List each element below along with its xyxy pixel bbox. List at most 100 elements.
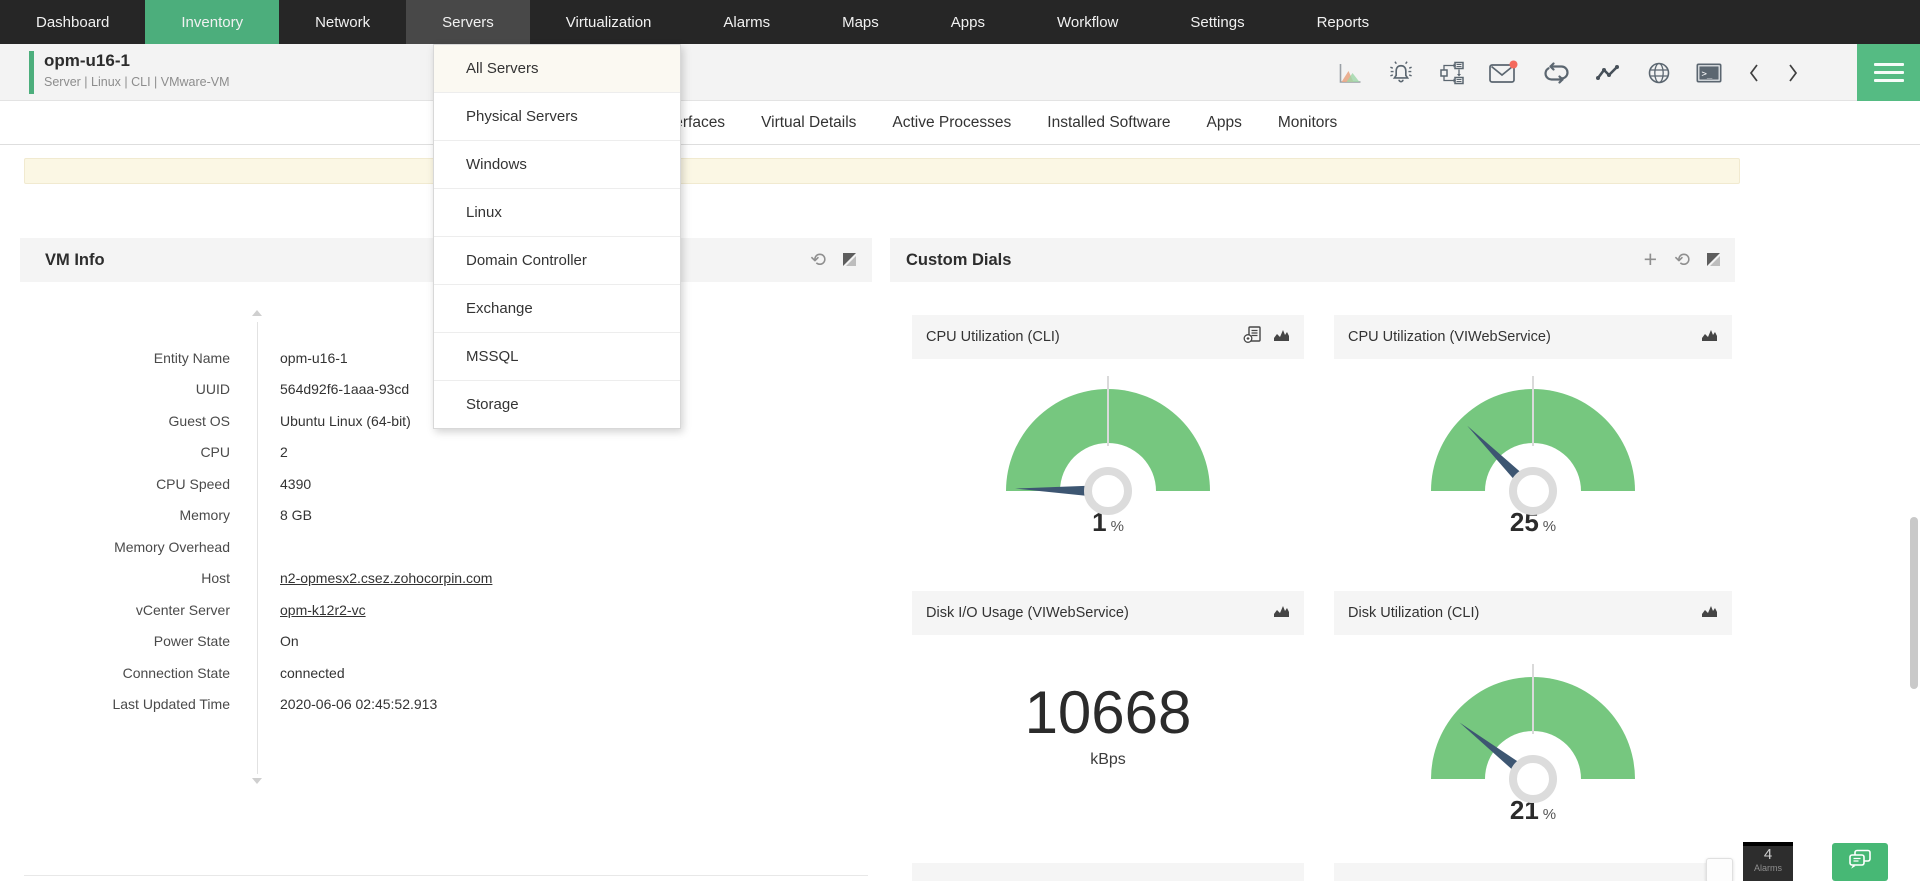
terminal-icon[interactable]: >_: [1695, 62, 1723, 84]
line-chart-icon[interactable]: [1595, 62, 1623, 84]
nav-item-network[interactable]: Network: [279, 0, 406, 44]
menu-item-exchange[interactable]: Exchange: [434, 285, 680, 333]
tab-active-processes[interactable]: Active Processes: [892, 114, 1011, 132]
gauge-tick: [1107, 376, 1109, 446]
dial-card-cpu-cli: CPU Utilization (CLI) 1%: [912, 315, 1304, 561]
dial-card-header: CPU Utilization (CLI): [912, 315, 1304, 359]
expand-icon[interactable]: [843, 251, 856, 270]
refresh-icon[interactable]: ⟲: [1674, 251, 1690, 270]
dial-card-clipped: [912, 863, 1304, 881]
scroll-up-icon[interactable]: [252, 310, 262, 316]
nav-item-inventory[interactable]: Inventory: [145, 0, 279, 44]
table-row: CPU2: [20, 437, 872, 469]
vm-info-bottom-border: [24, 875, 868, 876]
menu-item-domain-controller[interactable]: Domain Controller: [434, 237, 680, 285]
dial-card-header: CPU Utilization (VIWebService): [1334, 315, 1732, 359]
dial-card-header: Disk Utilization (CLI): [1334, 591, 1732, 635]
gauge-hub: [1084, 467, 1132, 515]
nav-item-maps[interactable]: Maps: [806, 0, 915, 44]
nav-item-workflow[interactable]: Workflow: [1021, 0, 1154, 44]
sync-loop-icon[interactable]: [1541, 62, 1572, 84]
table-row: vCenter Serveropm-k12r2-vc: [20, 594, 872, 626]
menu-item-mssql[interactable]: MSSQL: [434, 333, 680, 381]
report-icon[interactable]: [1243, 326, 1263, 349]
table-row: Hostn2-opmesx2.csez.zohocorpin.com: [20, 563, 872, 595]
table-row: Power StateOn: [20, 626, 872, 658]
svg-text:>_: >_: [1702, 69, 1713, 79]
area-chart-icon[interactable]: [1273, 603, 1290, 623]
dial-card-disk-io: Disk I/O Usage (VIWebService) 10668 kBps: [912, 591, 1304, 837]
menu-item-physical-servers[interactable]: Physical Servers: [434, 93, 680, 141]
top-nav: Dashboard Inventory Network Servers Virt…: [0, 0, 1920, 44]
nav-item-apps[interactable]: Apps: [915, 0, 1021, 44]
mail-icon[interactable]: [1488, 60, 1518, 85]
notice-bar: [24, 158, 1740, 184]
table-row: CPU Speed4390: [20, 468, 872, 500]
table-row: Last Updated Time2020-06-06 02:45:52.913: [20, 689, 872, 721]
vm-info-title: VM Info: [45, 251, 810, 270]
disk-io-unit: kBps: [912, 751, 1304, 769]
gauge-cpu-cli: [1006, 389, 1210, 491]
nav-item-servers[interactable]: Servers: [406, 0, 530, 44]
scroll-down-icon[interactable]: [252, 778, 262, 784]
dial-card-title: CPU Utilization (VIWebService): [1348, 329, 1551, 345]
device-tabbar: Interfaces Virtual Details Active Proces…: [0, 101, 1920, 145]
nav-item-settings[interactable]: Settings: [1154, 0, 1280, 44]
table-row: Memory Overhead: [20, 531, 872, 563]
menu-icon[interactable]: [1857, 44, 1920, 101]
dial-card-title: Disk Utilization (CLI): [1348, 605, 1479, 621]
device-name: opm-u16-1: [44, 51, 130, 71]
area-chart-icon[interactable]: [1701, 327, 1718, 347]
tab-installed-software[interactable]: Installed Software: [1047, 114, 1170, 132]
menu-item-all-servers[interactable]: All Servers: [434, 45, 680, 93]
expand-icon[interactable]: [1707, 251, 1720, 270]
gauge-hub: [1509, 755, 1557, 803]
floating-widget-partial: [1706, 858, 1733, 881]
device-tabs: Interfaces Virtual Details Active Proces…: [657, 101, 1337, 144]
alarms-badge[interactable]: 4 Alarms: [1743, 842, 1793, 881]
gauge-cpu-viweb: [1431, 389, 1635, 491]
tab-virtual-details[interactable]: Virtual Details: [761, 114, 856, 132]
dial-card-clipped: [1334, 863, 1732, 881]
workflow-icon[interactable]: [1439, 60, 1465, 86]
tab-apps[interactable]: Apps: [1207, 114, 1242, 132]
host-link[interactable]: n2-opmesx2.csez.zohocorpin.com: [280, 570, 492, 586]
vcenter-link[interactable]: opm-k12r2-vc: [280, 602, 366, 618]
area-chart-icon[interactable]: [1701, 603, 1718, 623]
disk-io-value: 10668: [912, 683, 1304, 743]
dial-card-title: CPU Utilization (CLI): [926, 329, 1060, 345]
custom-dials-title: Custom Dials: [906, 251, 1644, 270]
tab-monitors[interactable]: Monitors: [1278, 114, 1337, 132]
area-chart-icon[interactable]: [1273, 327, 1290, 347]
menu-item-windows[interactable]: Windows: [434, 141, 680, 189]
nav-item-alarms[interactable]: Alarms: [687, 0, 806, 44]
vertical-scrollbar[interactable]: [1910, 517, 1918, 689]
table-row: Connection Stateconnected: [20, 657, 872, 689]
alarm-label: Alarms: [1743, 863, 1793, 873]
chat-button[interactable]: [1832, 843, 1888, 881]
custom-dials-panel: Custom Dials + ⟲ CPU Utilization (CLI): [890, 238, 1735, 881]
opmanager-screen: Dashboard Inventory Network Servers Virt…: [0, 0, 1920, 881]
performance-chart-icon[interactable]: [1336, 61, 1363, 85]
gauge-disk-util: [1431, 677, 1635, 779]
chevron-right-icon[interactable]: [1785, 60, 1801, 86]
refresh-icon[interactable]: ⟲: [810, 251, 826, 270]
gauge-tick: [1532, 376, 1534, 446]
menu-item-storage[interactable]: Storage: [434, 381, 680, 428]
menu-item-linux[interactable]: Linux: [434, 189, 680, 237]
alarm-bell-icon[interactable]: [1386, 59, 1416, 86]
add-dial-icon[interactable]: +: [1644, 248, 1657, 271]
dial-card-disk-util: Disk Utilization (CLI) 21%: [1334, 591, 1732, 837]
chevron-left-icon[interactable]: [1746, 60, 1762, 86]
chat-icon: [1847, 848, 1873, 877]
device-header-icons: >_: [1336, 44, 1801, 101]
custom-dials-header: Custom Dials + ⟲: [890, 238, 1735, 282]
servers-dropdown-menu: All Servers Physical Servers Windows Lin…: [433, 44, 681, 429]
nav-item-virtualization[interactable]: Virtualization: [530, 0, 688, 44]
device-status-accent: [29, 51, 34, 94]
device-meta: Server | Linux | CLI | VMware-VM: [44, 75, 230, 89]
gauge-hub: [1509, 467, 1557, 515]
globe-icon[interactable]: [1646, 60, 1672, 86]
nav-item-dashboard[interactable]: Dashboard: [0, 0, 145, 44]
nav-item-reports[interactable]: Reports: [1281, 0, 1406, 44]
